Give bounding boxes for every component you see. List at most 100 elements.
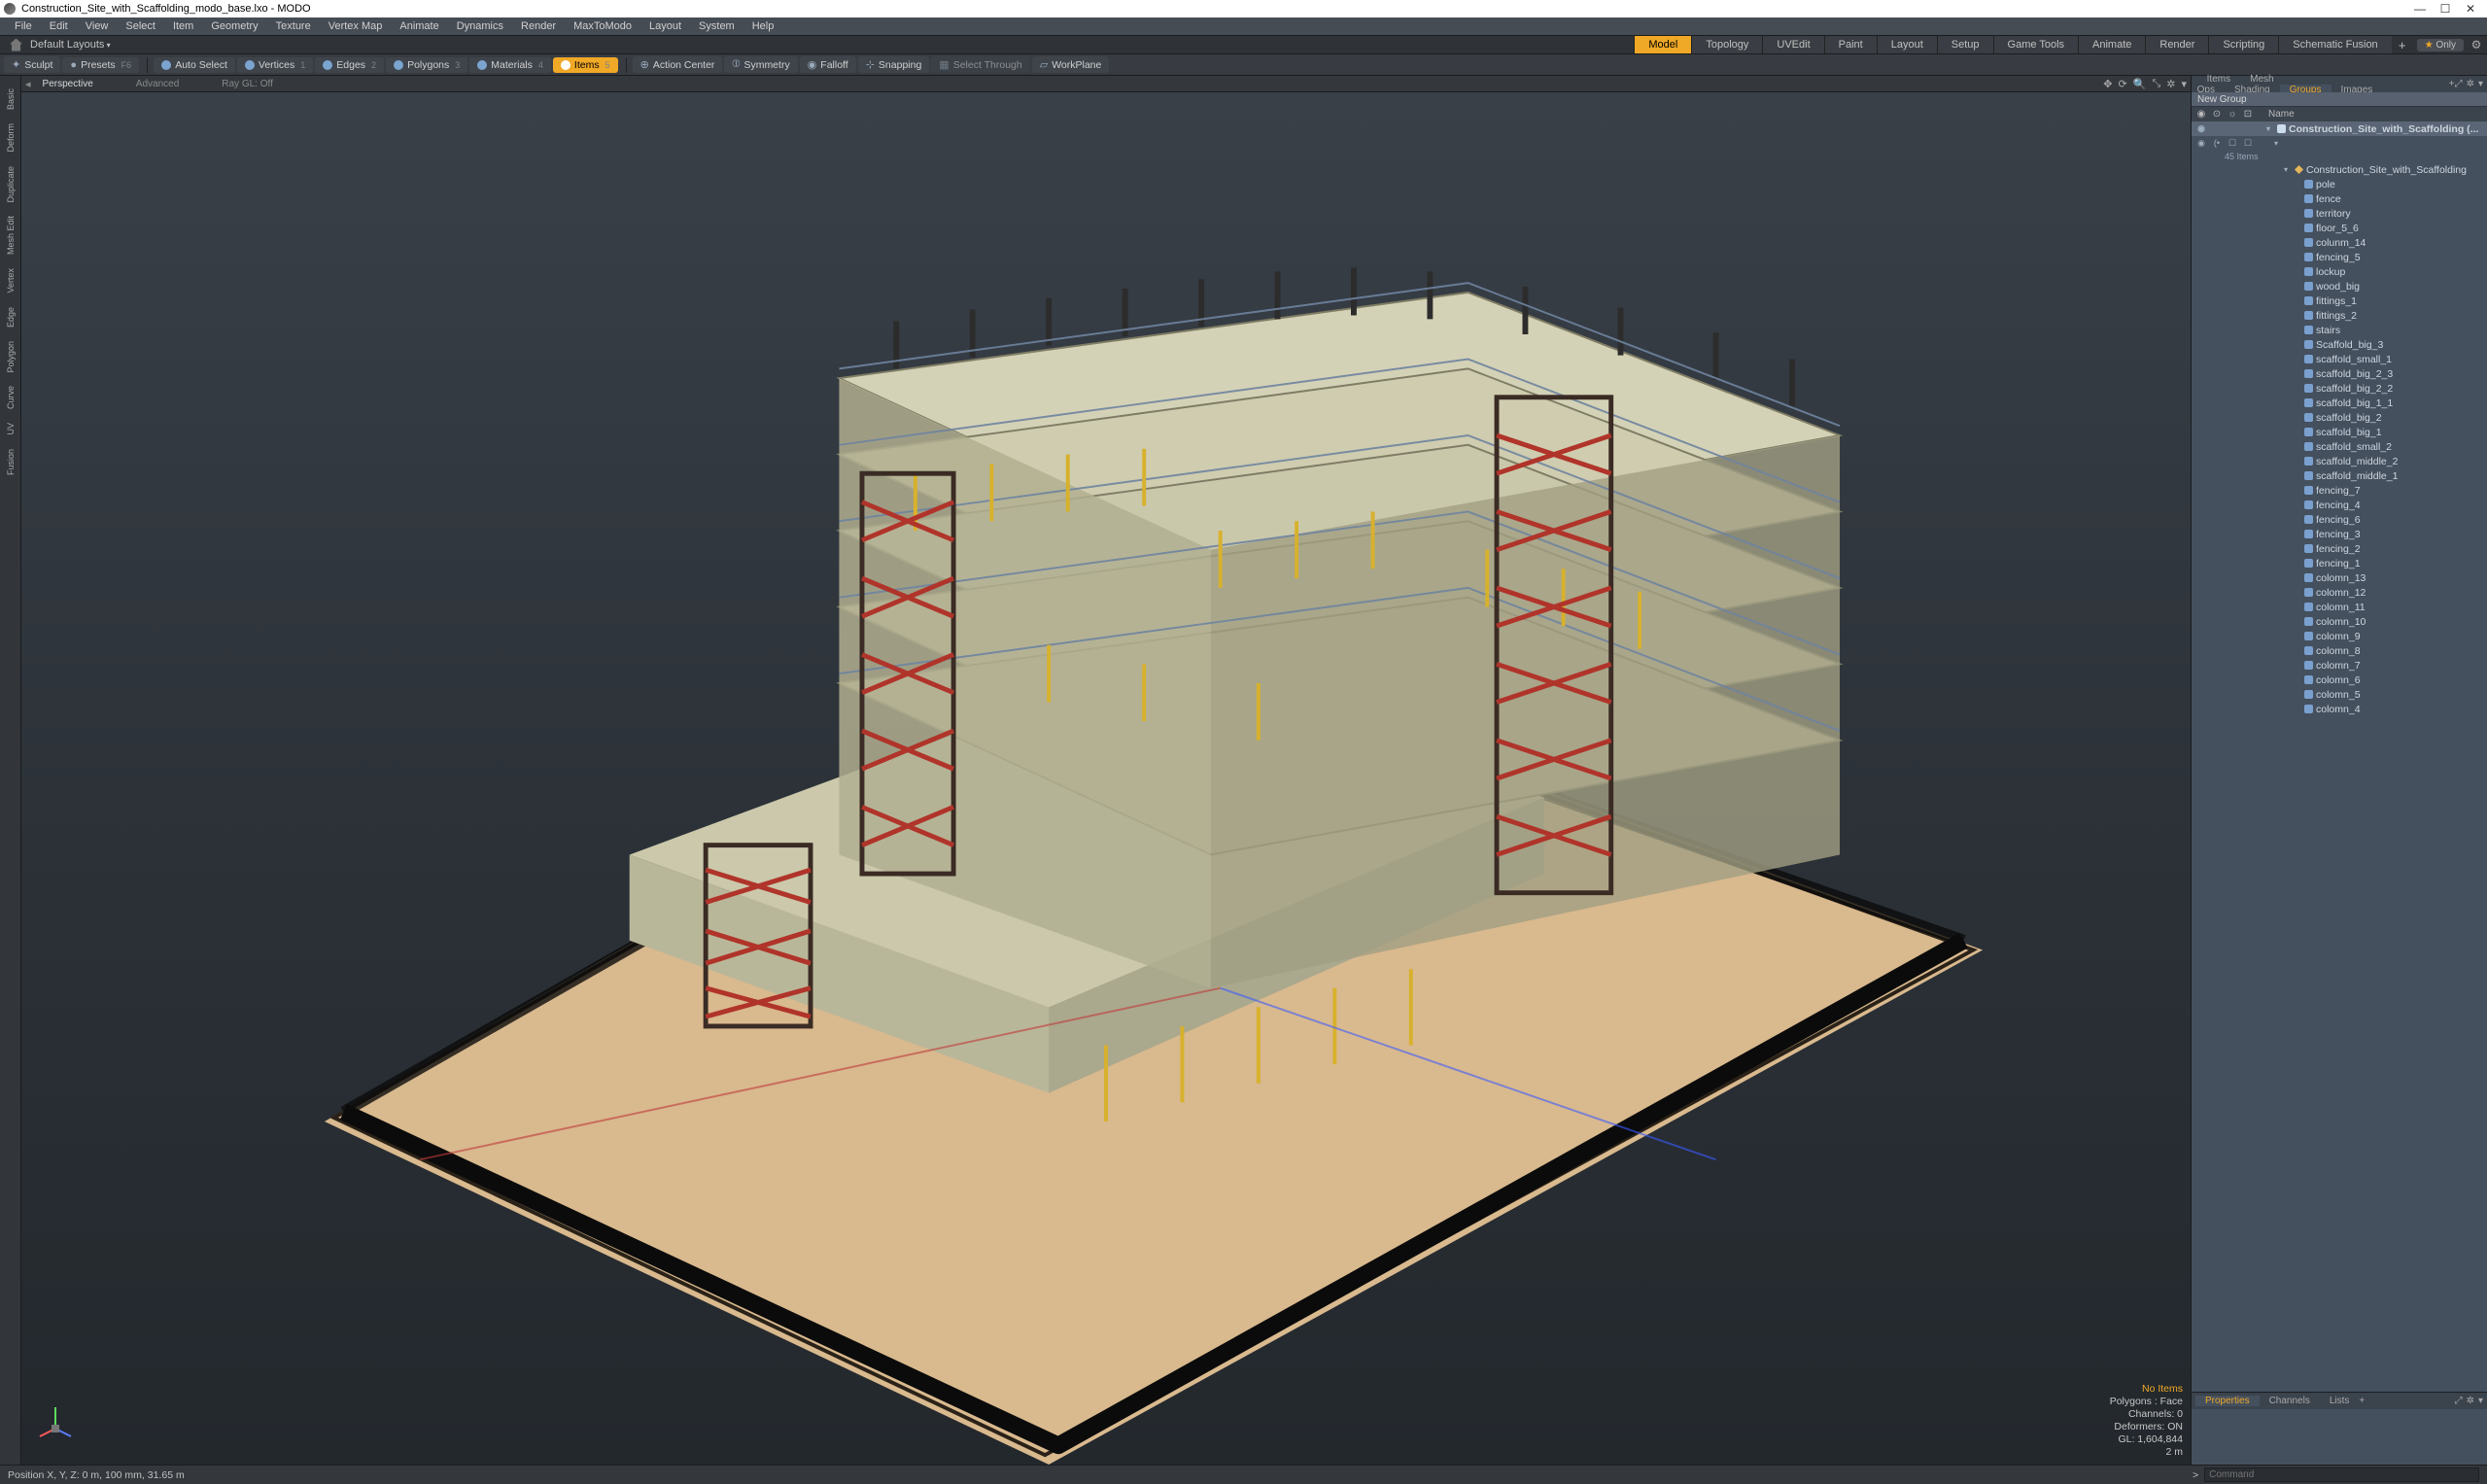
add-layout-tab[interactable]: + — [2392, 38, 2413, 52]
tree-item[interactable]: fittings_1 — [2192, 293, 2487, 308]
tree-item[interactable]: scaffold_big_1 — [2192, 425, 2487, 439]
props-tab-channels[interactable]: Channels — [2260, 1396, 2320, 1406]
tree-item[interactable]: colomn_6 — [2192, 673, 2487, 687]
tree-item[interactable]: fencing_2 — [2192, 541, 2487, 556]
axis-gizmo[interactable] — [36, 1401, 75, 1440]
layout-tab-schematic-fusion[interactable]: Schematic Fusion — [2278, 36, 2391, 53]
layout-tab-animate[interactable]: Animate — [2078, 36, 2145, 53]
tree-item[interactable]: territory — [2192, 206, 2487, 221]
tree-item[interactable]: colomn_4 — [2192, 702, 2487, 716]
tool-auto-select[interactable]: Auto Select — [154, 57, 235, 73]
tool-symmetry[interactable]: ⦶Symmetry — [724, 56, 797, 73]
tool-items[interactable]: Items5 — [553, 57, 618, 73]
panel-settings-icon[interactable]: ✲ — [2467, 79, 2474, 89]
layout-tab-paint[interactable]: Paint — [1824, 36, 1877, 53]
tool-polygons[interactable]: Polygons3 — [386, 57, 467, 73]
command-input[interactable] — [2204, 1467, 2479, 1482]
menu-maxtomodo[interactable]: MaxToModo — [565, 20, 640, 32]
side-tool-vertex[interactable]: Vertex — [6, 263, 16, 298]
viewport-ctrl-3[interactable]: ⤡ — [2152, 78, 2160, 90]
tree-item[interactable]: pole — [2192, 177, 2487, 191]
menu-select[interactable]: Select — [117, 20, 164, 32]
viewport-ctrl-2[interactable]: 🔍 — [2133, 78, 2147, 90]
tool-action-center[interactable]: ⊕Action Center — [633, 56, 723, 73]
props-ctrl-1[interactable]: ✲ — [2467, 1396, 2474, 1406]
menu-texture[interactable]: Texture — [267, 20, 320, 32]
tree-group-root[interactable]: ◉▾Construction_Site_with_Scaffolding (..… — [2192, 121, 2487, 136]
col-eye-icon[interactable]: ◉ — [2195, 109, 2207, 121]
new-group-button[interactable]: New Group — [2192, 92, 2487, 107]
props-add-tab[interactable]: + — [2359, 1396, 2365, 1406]
menu-geometry[interactable]: Geometry — [202, 20, 266, 32]
tree-item[interactable]: scaffold_middle_1 — [2192, 468, 2487, 483]
viewport[interactable]: No Items Polygons : Face Channels: 0 Def… — [21, 92, 2191, 1465]
tree-item[interactable]: colomn_9 — [2192, 629, 2487, 643]
viewport-ctrl-0[interactable]: ✥ — [2103, 78, 2112, 90]
layout-tab-render[interactable]: Render — [2145, 36, 2208, 53]
tool-vertices[interactable]: Vertices1 — [237, 57, 313, 73]
layout-dropdown[interactable]: Default Layouts — [28, 39, 119, 51]
tool-edges[interactable]: Edges2 — [315, 57, 384, 73]
side-tool-mesh-edit[interactable]: Mesh Edit — [6, 211, 16, 259]
tree-item[interactable]: fencing_1 — [2192, 556, 2487, 570]
menu-item[interactable]: Item — [164, 20, 202, 32]
layout-tab-layout[interactable]: Layout — [1877, 36, 1937, 53]
tree-item[interactable]: fencing_6 — [2192, 512, 2487, 527]
tree-item[interactable]: scaffold_middle_2 — [2192, 454, 2487, 468]
tree-item[interactable]: scaffold_small_2 — [2192, 439, 2487, 454]
tree-item[interactable]: colomn_13 — [2192, 570, 2487, 585]
minimize-button[interactable]: — — [2407, 2, 2433, 16]
side-tool-deform[interactable]: Deform — [6, 119, 16, 157]
maximize-button[interactable]: ☐ — [2433, 2, 2458, 16]
panel-tab-items[interactable]: Items — [2197, 74, 2240, 85]
layout-tab-scripting[interactable]: Scripting — [2208, 36, 2278, 53]
layout-tab-topology[interactable]: Topology — [1691, 36, 1762, 53]
props-ctrl-0[interactable]: ⤢ — [2455, 1396, 2463, 1406]
viewport-ctrl-4[interactable]: ✲ — [2166, 78, 2175, 90]
menu-system[interactable]: System — [690, 20, 743, 32]
layout-settings-icon[interactable]: ⚙ — [2470, 38, 2483, 52]
layout-tab-setup[interactable]: Setup — [1937, 36, 1993, 53]
viewport-ctrl-1[interactable]: ⟳ — [2119, 78, 2127, 90]
tool-presets[interactable]: ●PresetsF6 — [62, 57, 139, 73]
tree-item[interactable]: colomn_8 — [2192, 643, 2487, 658]
tree-item[interactable]: colomn_5 — [2192, 687, 2487, 702]
tool-materials[interactable]: Materials4 — [469, 57, 551, 73]
tree-item[interactable]: colunm_14 — [2192, 235, 2487, 250]
tree-item[interactable]: wood_big — [2192, 279, 2487, 293]
menu-animate[interactable]: Animate — [391, 20, 447, 32]
col-sun-icon[interactable]: ☼ — [2227, 109, 2238, 121]
tree-group-meta[interactable]: ◉(•☐☐▾ — [2192, 136, 2487, 151]
tree-item[interactable]: Scaffold_big_3 — [2192, 337, 2487, 352]
panel-expand-icon[interactable]: ⤢ — [2455, 79, 2463, 89]
tree-item[interactable]: stairs — [2192, 323, 2487, 337]
menu-render[interactable]: Render — [512, 20, 565, 32]
side-tool-uv[interactable]: UV — [6, 418, 16, 440]
tree-item[interactable]: fittings_2 — [2192, 308, 2487, 323]
item-tree[interactable]: ◉▾Construction_Site_with_Scaffolding (..… — [2192, 121, 2487, 1392]
tree-item[interactable]: colomn_12 — [2192, 585, 2487, 600]
tool-snapping[interactable]: ⊹Snapping — [858, 56, 930, 73]
side-tool-edge[interactable]: Edge — [6, 302, 16, 332]
layout-tab-game-tools[interactable]: Game Tools — [1993, 36, 2079, 53]
only-toggle[interactable]: Only — [2417, 39, 2464, 52]
tree-item[interactable]: ▾Construction_Site_with_Scaffolding — [2192, 162, 2487, 177]
menu-dynamics[interactable]: Dynamics — [448, 20, 512, 32]
tree-item[interactable]: fencing_3 — [2192, 527, 2487, 541]
tree-item[interactable]: scaffold_small_1 — [2192, 352, 2487, 366]
tool-sculpt[interactable]: ✦Sculpt — [4, 56, 60, 73]
tree-item[interactable]: scaffold_big_1_1 — [2192, 396, 2487, 410]
tree-item[interactable]: colomn_10 — [2192, 614, 2487, 629]
viewport-tab-raygl[interactable]: Ray GL: Off — [212, 78, 283, 90]
tree-item[interactable]: scaffold_big_2_2 — [2192, 381, 2487, 396]
tree-item[interactable]: fencing_7 — [2192, 483, 2487, 498]
tree-item[interactable]: colomn_7 — [2192, 658, 2487, 673]
menu-layout[interactable]: Layout — [640, 20, 690, 32]
tree-item[interactable]: fencing_4 — [2192, 498, 2487, 512]
home-icon[interactable] — [10, 39, 22, 52]
tool-workplane[interactable]: ▱WorkPlane — [1032, 56, 1110, 73]
props-tab-properties[interactable]: Properties — [2195, 1396, 2260, 1406]
viewport-tab-advanced[interactable]: Advanced — [126, 78, 189, 90]
menu-vertex-map[interactable]: Vertex Map — [320, 20, 392, 32]
props-ctrl-2[interactable]: ▾ — [2478, 1396, 2483, 1406]
